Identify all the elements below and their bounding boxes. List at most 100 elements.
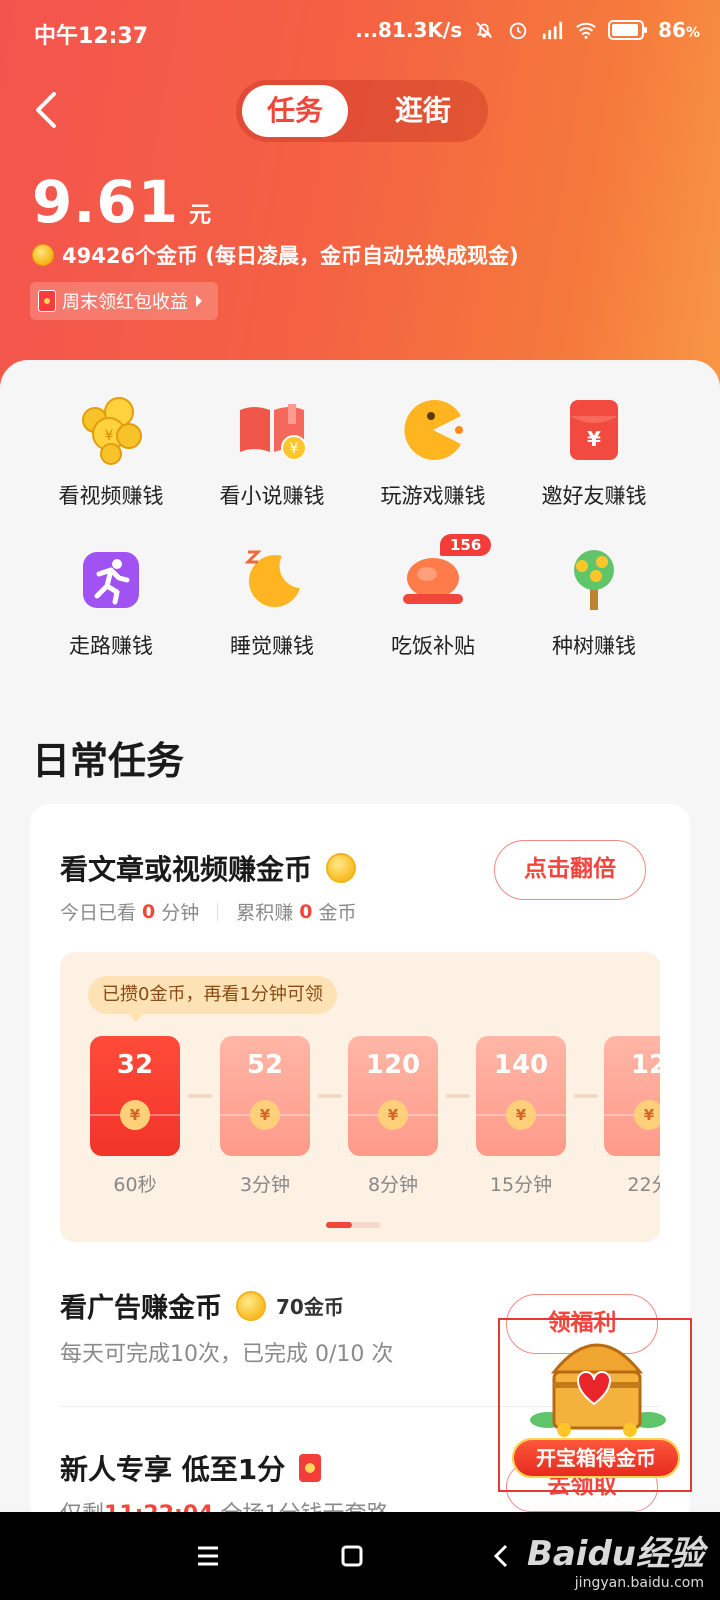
watermark-url: jingyan.baidu.com xyxy=(574,1575,704,1591)
watched-unit: 分钟 xyxy=(161,902,200,924)
svg-text:¥: ¥ xyxy=(587,427,601,451)
reward-time-label: 22分 xyxy=(627,1174,660,1196)
battery-level: 86 xyxy=(658,18,686,42)
running-man-icon xyxy=(83,552,139,608)
home-icon[interactable] xyxy=(330,1534,374,1578)
treasure-label: 开宝箱得金币 xyxy=(512,1438,680,1478)
chevron-right-icon xyxy=(196,295,202,307)
earned-coins: 0 xyxy=(299,900,313,923)
earn-item-invite[interactable]: ¥ 邀好友赚钱 xyxy=(509,394,679,510)
weekend-red-packet-link[interactable]: 周末领红包收益 xyxy=(30,282,218,320)
earn-item-tree[interactable]: 种树赚钱 xyxy=(509,544,679,660)
battery-unit: % xyxy=(685,25,700,41)
earn-item-label: 看小说赚钱 xyxy=(219,484,325,508)
treasure-chest-icon xyxy=(530,1343,666,1437)
wifi-icon xyxy=(576,22,596,39)
reward-value: 120 xyxy=(365,1050,421,1080)
baidu-watermark: Baidu经验 jingyan.baidu.com xyxy=(527,1526,704,1591)
book-icon: ¥ xyxy=(240,404,307,461)
newbie-task-title-text: 新人专享 低至1分 xyxy=(60,1453,286,1486)
earn-item-game[interactable]: 玩游戏赚钱 xyxy=(348,394,518,510)
earned-unit: 金币 xyxy=(318,902,357,924)
gold-coins-icon: ¥ xyxy=(82,397,142,465)
yuan-seal-icon: ¥ xyxy=(634,1100,660,1130)
moon-icon xyxy=(244,550,300,608)
weekend-link-label: 周末领红包收益 xyxy=(62,292,188,313)
divider xyxy=(217,902,219,921)
ad-task-reward: 70金币 xyxy=(276,1295,344,1319)
signal-icon xyxy=(542,21,563,40)
coin-icon xyxy=(32,244,54,266)
battery-icon xyxy=(608,20,648,40)
reward-packet[interactable]: 120 ¥ xyxy=(348,1036,438,1156)
red-envelope-icon: ¥ xyxy=(570,400,618,460)
earn-item-meal[interactable]: 吃饭补贴 xyxy=(348,544,518,660)
alarm-icon xyxy=(509,22,527,40)
red-envelope-icon xyxy=(299,1454,322,1482)
daily-tasks-title: 日常任务 xyxy=(32,739,185,783)
pacman-icon xyxy=(404,400,463,460)
red-envelope-icon xyxy=(38,290,56,312)
reward-progress-area: 已攒0金币，再看1分钟可领 32 ¥ 52 ¥ 120 ¥ 140 ¥ 12 ¥… xyxy=(60,952,660,1242)
yuan-seal-icon: ¥ xyxy=(120,1100,150,1130)
reward-packet[interactable]: 12 ¥ xyxy=(604,1036,660,1156)
earn-item-walk[interactable]: 走路赚钱 xyxy=(26,544,196,660)
treasure-chest-popup[interactable]: 开宝箱得金币 xyxy=(498,1318,692,1492)
reward-time-label: 3分钟 xyxy=(239,1174,291,1196)
reward-packet[interactable]: 32 ¥ xyxy=(90,1036,180,1156)
yuan-seal-icon: ¥ xyxy=(250,1100,280,1130)
watch-task-stats: 今日已看 0 分钟 累积赚 0 金币 xyxy=(60,898,357,925)
tab-tasks[interactable]: 任务 xyxy=(242,85,348,137)
earn-item-label: 邀好友赚钱 xyxy=(541,484,647,508)
carousel-indicator xyxy=(326,1222,380,1228)
earn-item-sleep[interactable]: 睡觉赚钱 xyxy=(187,544,357,660)
earn-item-label: 看视频赚钱 xyxy=(58,484,164,508)
tab-shopping[interactable]: 逛街 xyxy=(366,85,480,137)
coins-summary: 49426个金币 (每日凌晨，金币自动兑换成现金) xyxy=(32,240,519,270)
status-time: 中午12:37 xyxy=(34,24,149,49)
balance-unit: 元 xyxy=(189,203,212,228)
reward-packet[interactable]: 140 ¥ xyxy=(476,1036,566,1156)
newbie-task-title: 新人专享 低至1分 xyxy=(60,1448,322,1488)
reward-packet[interactable]: 52 ¥ xyxy=(220,1036,310,1156)
svg-text:¥: ¥ xyxy=(105,428,114,444)
ad-task-title-text: 看广告赚金币 xyxy=(60,1293,222,1324)
earn-item-label: 玩游戏赚钱 xyxy=(380,484,486,508)
reward-value: 12 xyxy=(630,1050,660,1080)
cash-balance: 9.61 元 xyxy=(32,168,211,236)
watched-minutes: 0 xyxy=(142,900,156,923)
watch-task-title-text: 看文章或视频赚金币 xyxy=(60,853,313,886)
coins-text: 49426个金币 (每日凌晨，金币自动兑换成现金) xyxy=(62,244,519,268)
ad-task-progress: 每天可完成10次，已完成 0/10 次 xyxy=(60,1342,394,1367)
svg-text:¥: ¥ xyxy=(290,441,299,457)
status-bar: 中午12:37 ...81.3K/s 86% xyxy=(0,0,720,64)
reward-time-label: 60秒 xyxy=(113,1174,157,1196)
back-icon[interactable] xyxy=(480,1534,524,1578)
watch-task-title: 看文章或视频赚金币 xyxy=(60,848,357,888)
double-reward-button[interactable]: 点击翻倍 xyxy=(494,840,646,900)
watermark-brand: Baidu经验 xyxy=(526,1534,704,1574)
earn-item-novel[interactable]: ¥ 看小说赚钱 xyxy=(187,394,357,510)
money-tree-icon xyxy=(574,550,614,610)
coin-icon xyxy=(236,1290,266,1321)
earn-item-label: 吃饭补贴 xyxy=(391,634,475,658)
watched-label: 今日已看 xyxy=(60,902,137,924)
coin-icon xyxy=(326,853,357,883)
earn-item-label: 睡觉赚钱 xyxy=(230,634,314,658)
reward-time-label: 8分钟 xyxy=(367,1174,419,1196)
earn-item-label: 走路赚钱 xyxy=(69,634,153,658)
tab-switcher: 任务 逛街 xyxy=(236,80,488,142)
earn-item-video[interactable]: ¥ 看视频赚钱 xyxy=(26,394,196,510)
progress-tip: 已攒0金币，再看1分钟可领 xyxy=(88,976,337,1022)
earned-label: 累积赚 xyxy=(236,902,294,924)
meal-badge: 156 xyxy=(440,534,492,556)
yuan-seal-icon: ¥ xyxy=(378,1100,408,1130)
menu-icon[interactable] xyxy=(186,1534,230,1578)
mute-bell-icon xyxy=(476,22,493,38)
reward-time-label: 15分钟 xyxy=(489,1174,553,1196)
balance-amount: 9.61 xyxy=(32,168,180,236)
back-arrow-icon[interactable] xyxy=(24,86,72,134)
yuan-seal-icon: ¥ xyxy=(506,1100,536,1130)
network-speed: ...81.3K/s xyxy=(355,18,463,42)
reward-value: 32 xyxy=(116,1050,154,1080)
